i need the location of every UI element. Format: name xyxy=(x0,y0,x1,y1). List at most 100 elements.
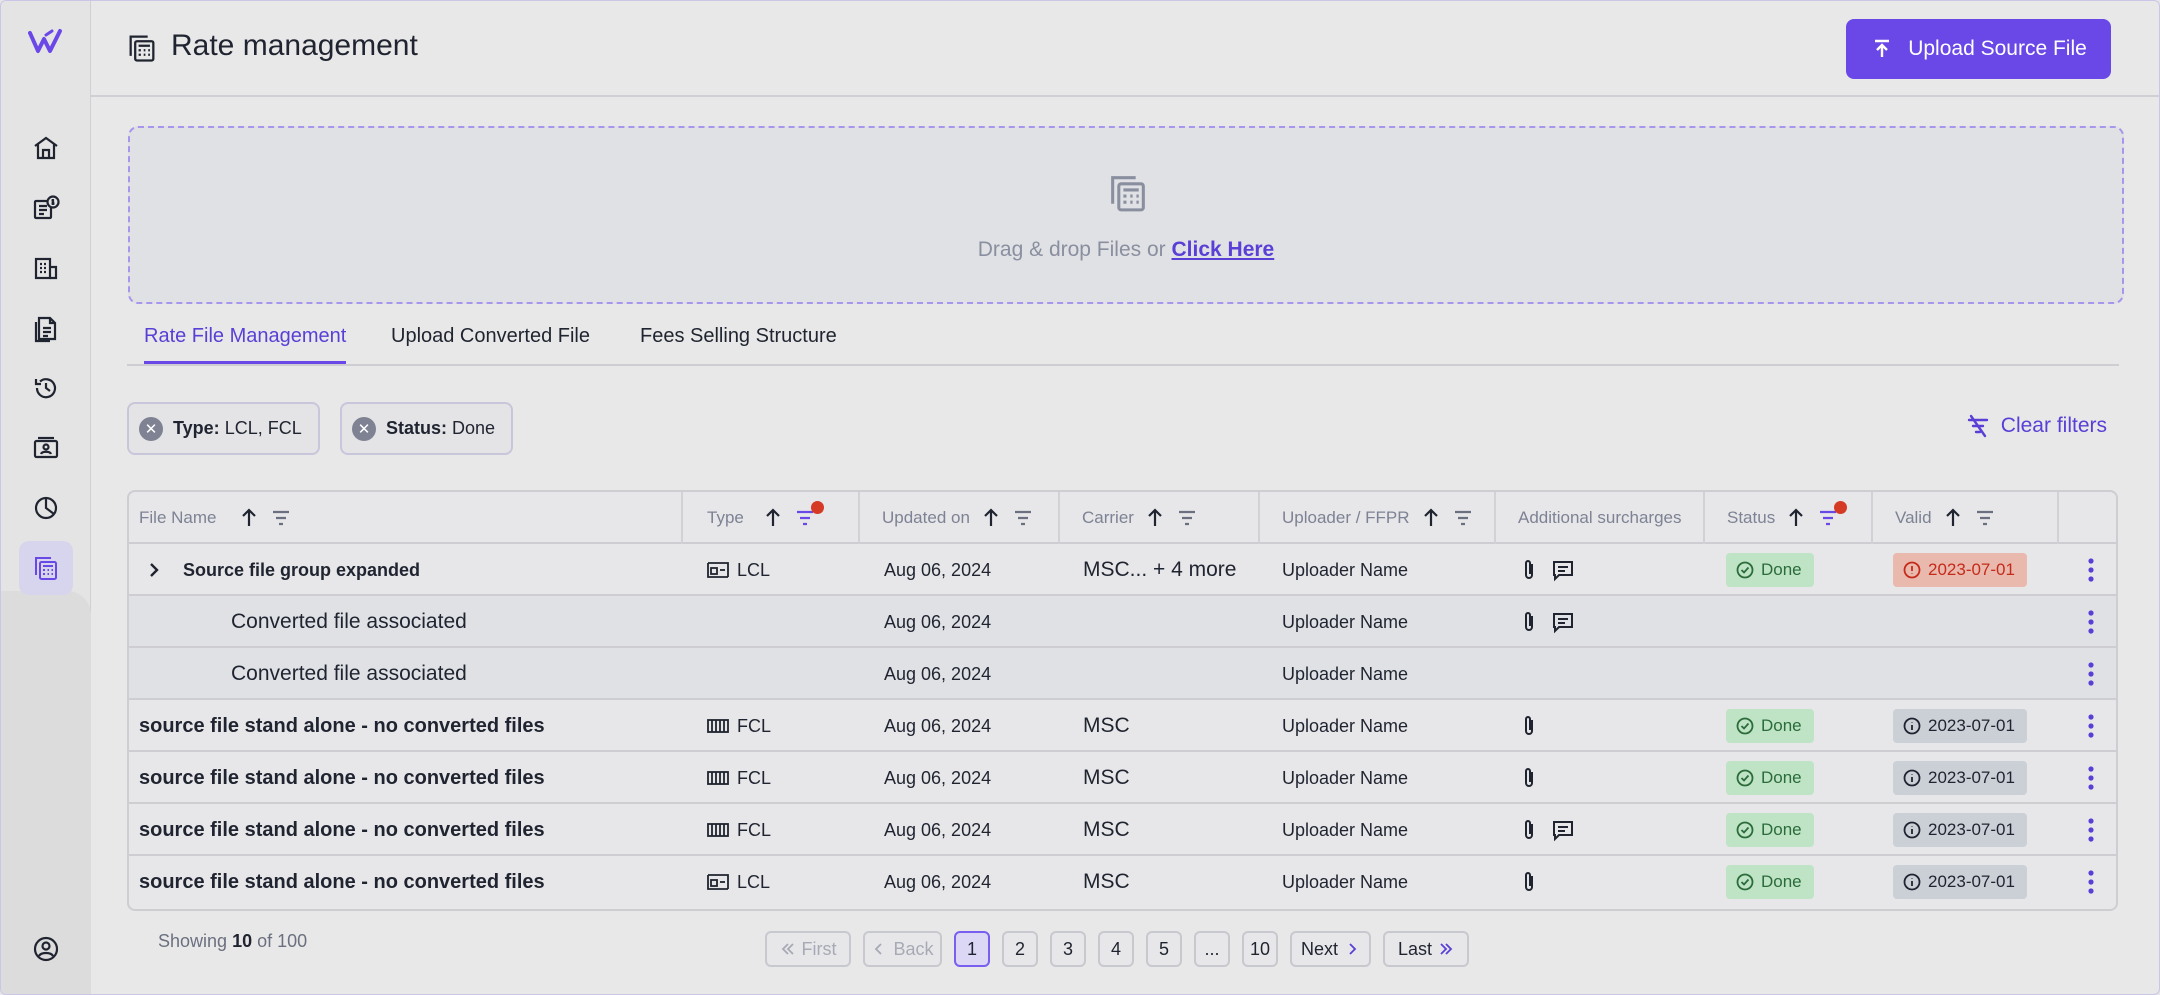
row-actions[interactable] xyxy=(2087,648,2095,700)
row-actions[interactable] xyxy=(2087,700,2095,752)
paperclip-icon[interactable] xyxy=(1517,714,1541,738)
comment-icon[interactable] xyxy=(1551,610,1575,634)
filter-active-indicator[interactable] xyxy=(1817,501,1848,529)
chevron-right-icon xyxy=(1349,943,1357,955)
pagination-page-5[interactable]: 5 xyxy=(1146,931,1182,967)
comment-icon[interactable] xyxy=(1551,818,1575,842)
chevron-right-icon[interactable] xyxy=(145,561,163,579)
pagination-back-button[interactable]: Back xyxy=(863,931,942,967)
clear-filters-button[interactable]: Clear filters xyxy=(1965,413,2107,439)
tab-rate-file-management[interactable]: Rate File Management xyxy=(144,325,347,364)
paperclip-icon[interactable] xyxy=(1517,558,1541,582)
pagination-first-button[interactable]: First xyxy=(765,931,851,967)
uploader-cell: Uploader Name xyxy=(1282,663,1409,684)
row-actions[interactable] xyxy=(2087,804,2095,856)
sidebar-item-documents[interactable] xyxy=(19,301,73,355)
row-actions[interactable] xyxy=(2087,752,2095,804)
chevron-left-icon xyxy=(875,943,883,955)
filter-icon[interactable] xyxy=(1176,507,1198,529)
paperclip-icon[interactable] xyxy=(1517,610,1541,634)
pagination-page-4[interactable]: 4 xyxy=(1098,931,1134,967)
user-circle-icon xyxy=(33,936,59,962)
pagination-next-button[interactable]: Next xyxy=(1290,931,1371,967)
pagination-page-1[interactable]: 1 xyxy=(954,931,990,967)
type-cell: FCL xyxy=(707,804,771,856)
dropzone-click-here-link[interactable]: Click Here xyxy=(1172,238,1275,261)
fcl-container-icon xyxy=(707,719,729,733)
sort-arrow-icon[interactable] xyxy=(980,507,1002,529)
paperclip-icon[interactable] xyxy=(1517,766,1541,790)
sidebar-item-rates[interactable] xyxy=(19,181,73,235)
table-row[interactable]: source file stand alone - no converted f… xyxy=(129,700,2116,752)
pie-chart-icon xyxy=(34,496,58,520)
clear-filters-label: Clear filters xyxy=(2000,414,2107,437)
carrier-cell: MSC xyxy=(1083,714,1130,737)
sidebar-item-history[interactable] xyxy=(19,361,73,415)
paperclip-icon[interactable] xyxy=(1517,818,1541,842)
carrier-cell[interactable]: MSC... + 4 more xyxy=(1083,544,1236,596)
uploader-cell: Uploader Name xyxy=(1282,767,1409,788)
sidebar-item-reports[interactable] xyxy=(19,481,73,535)
status-badge: Done xyxy=(1726,709,1814,743)
row-actions[interactable] xyxy=(2087,856,2095,908)
sort-arrow-icon[interactable] xyxy=(1420,507,1442,529)
table-row[interactable]: Converted file associated Aug 06, 2024 U… xyxy=(129,596,2116,648)
column-header-carrier: Carrier xyxy=(1060,492,1260,544)
valid-cell: 2023-07-01 xyxy=(1893,752,2027,804)
table-row[interactable]: source file stand alone - no converted f… xyxy=(129,804,2116,856)
pagination-last-button[interactable]: Last xyxy=(1383,931,1469,967)
file-dropzone[interactable]: Drag & drop Files or Click Here xyxy=(128,126,2124,304)
filter-icon[interactable] xyxy=(270,507,292,529)
sidebar-item-profile[interactable] xyxy=(19,922,73,976)
updated-on-cell: Aug 06, 2024 xyxy=(884,871,992,892)
upload-source-file-button[interactable]: Upload Source File xyxy=(1846,19,2111,79)
pagination-page-10[interactable]: 10 xyxy=(1242,931,1278,967)
row-actions[interactable] xyxy=(2087,596,2095,648)
calculator-icon xyxy=(35,557,57,580)
active-filter-dot xyxy=(1834,501,1848,514)
filter-chip-type: ✕ Type: LCL, FCL xyxy=(127,402,320,455)
paperclip-icon[interactable] xyxy=(1517,870,1541,894)
table-row[interactable]: source file stand alone - no converted f… xyxy=(129,752,2116,804)
filter-icon[interactable] xyxy=(1452,507,1474,529)
sidebar-item-companies[interactable] xyxy=(19,241,73,295)
valid-cell: 2023-07-01 xyxy=(1893,804,2027,856)
table-row[interactable]: source file stand alone - no converted f… xyxy=(129,856,2116,908)
file-name-cell: source file stand alone - no converted f… xyxy=(139,766,545,789)
tab-upload-converted-file[interactable]: Upload Converted File xyxy=(391,325,590,362)
carrier-cell: MSC xyxy=(1083,870,1130,893)
table-header: File Name Type Updated on Carrier Upload… xyxy=(129,492,2116,544)
info-circle-icon xyxy=(1903,821,1921,839)
pagination-page-3[interactable]: 3 xyxy=(1050,931,1086,967)
sidebar-item-home[interactable] xyxy=(19,121,73,175)
filter-icon[interactable] xyxy=(1012,507,1034,529)
sort-arrow-icon[interactable] xyxy=(1785,507,1807,529)
remove-filter-icon[interactable]: ✕ xyxy=(139,416,163,441)
filter-icon[interactable] xyxy=(1974,507,1996,529)
remove-filter-icon[interactable]: ✕ xyxy=(352,416,376,441)
table-row[interactable]: Source file group expanded LCL Aug 06, 2… xyxy=(129,544,2116,596)
sidebar xyxy=(1,1,91,994)
filter-chip-status: ✕ Status: Done xyxy=(340,402,514,455)
alert-circle-icon xyxy=(1903,561,1921,579)
fcl-container-icon xyxy=(707,771,729,785)
comment-icon[interactable] xyxy=(1551,558,1575,582)
column-header-updated-on: Updated on xyxy=(860,492,1060,544)
sort-arrow-icon[interactable] xyxy=(238,507,260,529)
pagination-page-2[interactable]: 2 xyxy=(1002,931,1038,967)
sidebar-item-contacts[interactable] xyxy=(19,421,73,475)
dropzone-text: Drag & drop Files or xyxy=(977,238,1166,261)
logo-icon[interactable] xyxy=(28,27,64,57)
tab-fees-selling-structure[interactable]: Fees Selling Structure xyxy=(640,325,837,362)
sort-arrow-icon[interactable] xyxy=(1144,507,1166,529)
sort-arrow-icon[interactable] xyxy=(762,507,784,529)
updated-on-cell: Aug 06, 2024 xyxy=(884,559,992,580)
filter-active-indicator[interactable] xyxy=(794,501,824,529)
sidebar-item-rate-management[interactable] xyxy=(19,541,73,595)
row-actions[interactable] xyxy=(2087,544,2095,596)
sort-arrow-icon[interactable] xyxy=(1942,507,1964,529)
calculator-icon xyxy=(1111,176,1145,212)
history-icon xyxy=(34,378,57,399)
file-name-cell: Converted file associated xyxy=(231,662,467,685)
table-row[interactable]: Converted file associated Aug 06, 2024 U… xyxy=(129,648,2116,700)
